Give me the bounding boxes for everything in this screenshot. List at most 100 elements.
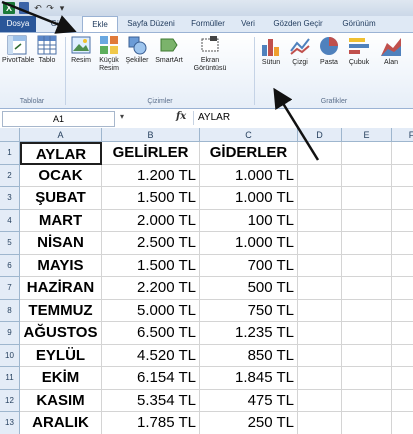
save-icon[interactable]	[19, 2, 29, 14]
row-header-12[interactable]: 12	[0, 389, 20, 412]
cell-c4[interactable]: 100 TL	[200, 209, 298, 232]
cell-a9[interactable]: AĞUSTOS	[20, 322, 102, 345]
redo-icon[interactable]: ↷	[45, 2, 55, 14]
cell-c13[interactable]: 250 TL	[200, 412, 298, 434]
column-header-e[interactable]: E	[342, 128, 392, 142]
cell-f1[interactable]	[392, 142, 413, 165]
row-header-6[interactable]: 6	[0, 254, 20, 277]
cell-f11[interactable]	[392, 367, 413, 390]
cell-c3[interactable]: 1.000 TL	[200, 187, 298, 210]
tablo-button[interactable]: Tablo	[34, 35, 60, 65]
cell-f6[interactable]	[392, 255, 413, 277]
pasta-button[interactable]: Pasta	[315, 35, 343, 67]
cell-a3[interactable]: ŞUBAT	[20, 187, 102, 210]
row-header-13[interactable]: 13	[0, 412, 20, 434]
cell-d8[interactable]	[298, 299, 342, 322]
cell-d2[interactable]	[298, 164, 342, 187]
tab-sayfa-duzeni[interactable]: Sayfa Düzeni	[122, 16, 180, 32]
insert-function-icon[interactable]: fx	[176, 111, 186, 122]
cell-c9[interactable]: 1.235 TL	[200, 322, 298, 345]
sutun-button[interactable]: Sütun	[257, 35, 285, 67]
cell-a5[interactable]: NİSAN	[20, 232, 102, 255]
name-box[interactable]: A1	[2, 111, 115, 127]
tab-dosya[interactable]: Dosya	[0, 16, 36, 32]
cell-b4[interactable]: 2.000 TL	[102, 209, 200, 232]
cell-c1[interactable]: GİDERLER	[200, 142, 298, 165]
cell-a12[interactable]: KASIM	[20, 389, 102, 412]
tab-giris[interactable]: Giriş	[40, 16, 78, 32]
cell-d6[interactable]	[298, 254, 342, 277]
cell-a7[interactable]: HAZİRAN	[20, 277, 102, 300]
customize-dropdown-icon[interactable]: ▾	[57, 2, 67, 14]
cell-d12[interactable]	[298, 389, 342, 412]
cell-e11[interactable]	[342, 367, 392, 390]
cell-e7[interactable]	[342, 277, 392, 300]
cell-d5[interactable]	[298, 232, 342, 255]
row-header-2[interactable]: 2	[0, 164, 20, 187]
cell-b10[interactable]: 4.520 TL	[102, 344, 200, 367]
cell-b11[interactable]: 6.154 TL	[102, 367, 200, 390]
cell-d4[interactable]	[298, 209, 342, 232]
column-header-c[interactable]: C	[200, 128, 298, 142]
cell-b5[interactable]: 2.500 TL	[102, 232, 200, 255]
cell-b12[interactable]: 5.354 TL	[102, 389, 200, 412]
cell-d1[interactable]	[298, 142, 342, 165]
cell-b2[interactable]: 1.200 TL	[102, 164, 200, 187]
column-header-d[interactable]: D	[298, 128, 342, 142]
cell-f3[interactable]	[392, 187, 413, 210]
cell-f10[interactable]	[392, 345, 413, 367]
cell-e10[interactable]	[342, 344, 392, 367]
cell-e8[interactable]	[342, 299, 392, 322]
row-header-3[interactable]: 3	[0, 187, 20, 210]
pivottable-button[interactable]: PivotTable	[2, 35, 34, 65]
cell-a1[interactable]: AYLAR	[20, 142, 102, 165]
row-header-5[interactable]: 5	[0, 232, 20, 255]
cell-f13[interactable]	[392, 412, 413, 434]
resim-button[interactable]: Resim	[68, 35, 94, 65]
cell-c11[interactable]: 1.845 TL	[200, 367, 298, 390]
cell-c5[interactable]: 1.000 TL	[200, 232, 298, 255]
smartart-button[interactable]: SmartArt	[152, 35, 186, 65]
tab-gozden-gecir[interactable]: Gözden Geçir	[266, 16, 330, 32]
cell-c10[interactable]: 850 TL	[200, 344, 298, 367]
cell-a13[interactable]: ARALIK	[20, 412, 102, 434]
cell-e9[interactable]	[342, 322, 392, 345]
cell-f5[interactable]	[392, 232, 413, 255]
cell-b1[interactable]: GELİRLER	[102, 142, 200, 165]
cell-a2[interactable]: OCAK	[20, 164, 102, 187]
row-header-7[interactable]: 7	[0, 277, 20, 300]
cell-f7[interactable]	[392, 277, 413, 300]
name-box-dropdown-icon[interactable]: ▾	[120, 112, 124, 121]
row-header-8[interactable]: 8	[0, 299, 20, 322]
ekran-goruntusu-button[interactable]: Ekran Görüntüsü	[188, 35, 232, 73]
cell-f8[interactable]	[392, 300, 413, 322]
cell-f4[interactable]	[392, 210, 413, 232]
row-header-4[interactable]: 4	[0, 209, 20, 232]
excel-logo-icon[interactable]: X	[3, 2, 15, 14]
cell-c2[interactable]: 1.000 TL	[200, 164, 298, 187]
sekiller-button[interactable]: Şekiller	[122, 35, 152, 65]
column-header-b[interactable]: B	[102, 128, 200, 142]
cell-e1[interactable]	[342, 142, 392, 165]
alan-button[interactable]: Alan	[376, 35, 406, 67]
cell-e4[interactable]	[342, 209, 392, 232]
cell-b7[interactable]: 2.200 TL	[102, 277, 200, 300]
cell-d9[interactable]	[298, 322, 342, 345]
cell-e5[interactable]	[342, 232, 392, 255]
cell-f9[interactable]	[392, 322, 413, 345]
tab-formuller[interactable]: Formüller	[186, 16, 230, 32]
cell-e12[interactable]	[342, 389, 392, 412]
cell-d13[interactable]	[298, 412, 342, 434]
cell-d11[interactable]	[298, 367, 342, 390]
row-header-10[interactable]: 10	[0, 344, 20, 367]
cell-f12[interactable]	[392, 390, 413, 412]
cell-a4[interactable]: MART	[20, 209, 102, 232]
cell-c7[interactable]: 500 TL	[200, 277, 298, 300]
tab-veri[interactable]: Veri	[236, 16, 260, 32]
select-all-corner[interactable]	[0, 128, 20, 142]
cell-a10[interactable]: EYLÜL	[20, 344, 102, 367]
cell-a8[interactable]: TEMMUZ	[20, 299, 102, 322]
cubuk-button[interactable]: Çubuk	[344, 35, 374, 67]
cell-d10[interactable]	[298, 344, 342, 367]
cell-a6[interactable]: MAYIS	[20, 254, 102, 277]
